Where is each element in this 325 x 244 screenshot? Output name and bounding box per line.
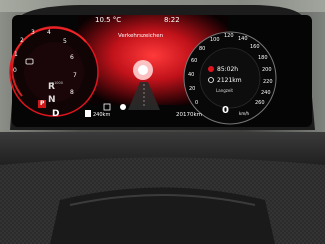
tachometer-label-7: 7 <box>73 72 77 79</box>
tachometer-label-5: 5 <box>63 38 67 45</box>
gear-neutral: N <box>48 95 56 105</box>
speedometer-label-240: 240 <box>261 90 271 96</box>
speed-unit: km/h <box>239 111 250 116</box>
speedometer-label-220: 220 <box>263 79 273 85</box>
speedometer-label-120: 120 <box>224 33 234 39</box>
speedometer-label-20: 20 <box>189 86 196 92</box>
speedometer-label-100: 100 <box>210 37 220 43</box>
gear-reverse: R <box>48 82 55 92</box>
trip-distance: 2121km <box>217 77 242 84</box>
tachometer-label-4: 4 <box>47 29 51 36</box>
current-speed: 0 <box>222 105 229 116</box>
gear-park: P <box>38 100 47 108</box>
tachometer-label-0: 0 <box>13 67 17 74</box>
speedometer-label-60: 60 <box>191 58 198 64</box>
pedestrian-assist-icon <box>120 104 126 110</box>
outside-temperature: 10.5 °C <box>95 16 122 24</box>
speedometer-label-0: 0 <box>195 100 199 106</box>
clock: 8:22 <box>164 16 180 24</box>
speedometer-label-40: 40 <box>188 72 195 78</box>
odometer: 20170km <box>176 112 203 118</box>
trip-label: Langzeit <box>216 88 233 93</box>
speedometer-label-80: 80 <box>199 46 206 52</box>
tachometer-label-3: 3 <box>31 29 35 36</box>
fuel-range: 240km <box>93 112 111 118</box>
speedometer-label-260: 260 <box>255 100 265 106</box>
gear-drive: D <box>52 109 60 119</box>
tachometer-label-8: 8 <box>70 89 74 96</box>
fuel-pump-icon <box>85 110 91 117</box>
tachometer-label-1: 1 <box>14 51 18 58</box>
tachometer-label-2: 2 <box>20 37 24 44</box>
speedometer-label-180: 180 <box>258 55 268 61</box>
tachometer-label-6: 6 <box>70 54 74 61</box>
traffic-sign-core <box>138 65 148 75</box>
trip-drive-time: 85:02h <box>217 66 239 73</box>
center-display-title: Verkehrszeichen <box>118 33 164 39</box>
speedometer-label-140: 140 <box>238 36 248 42</box>
trip-clock-icon <box>208 66 214 72</box>
speedometer-label-200: 200 <box>262 67 272 73</box>
speedometer-label-160: 160 <box>250 44 260 50</box>
